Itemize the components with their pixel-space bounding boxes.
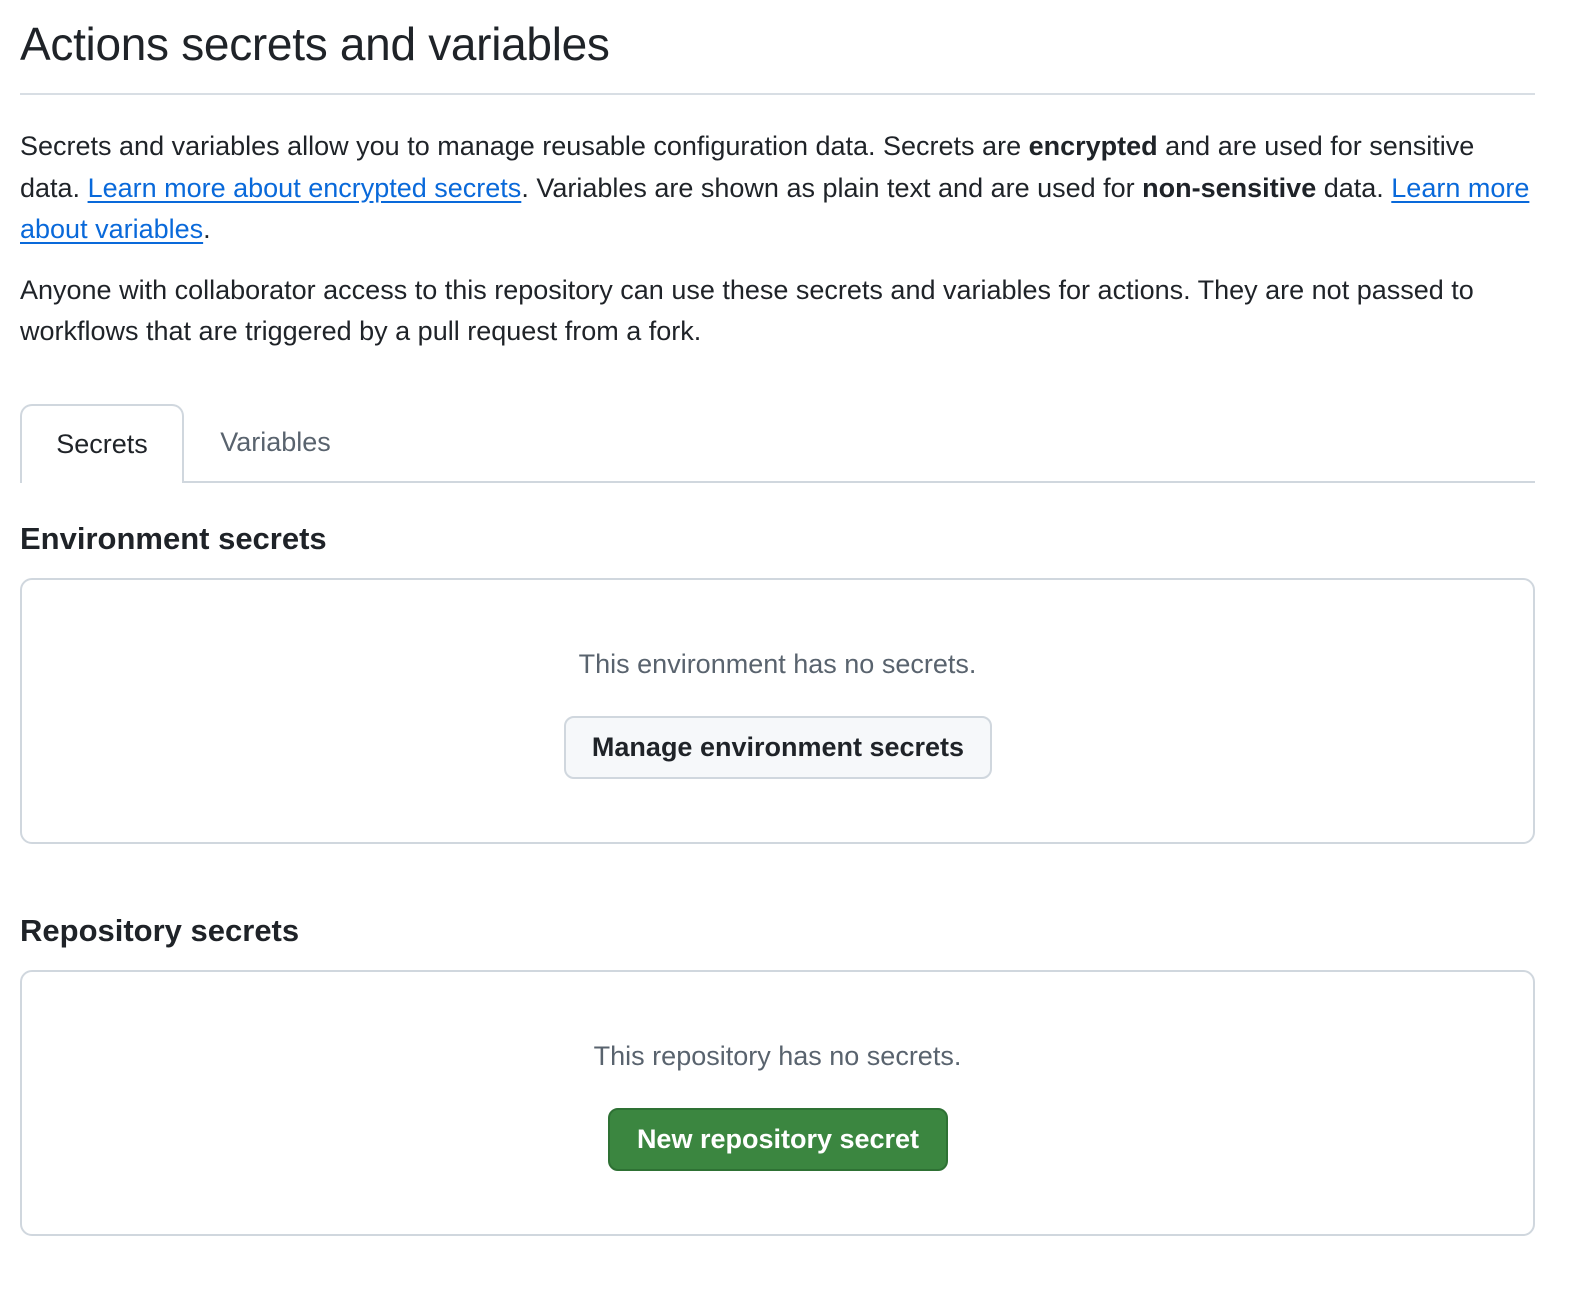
intro-text-3: . Variables are shown as plain text and … xyxy=(521,172,1143,203)
environment-secrets-panel: This environment has no secrets. Manage … xyxy=(20,578,1535,844)
intro-text-1: Secrets and variables allow you to manag… xyxy=(20,131,1029,161)
intro-bold-non-sensitive: non-sensitive xyxy=(1142,172,1317,203)
tab-bar: Secrets Variables xyxy=(20,404,1535,483)
new-repository-secret-button[interactable]: New repository secret xyxy=(608,1108,948,1171)
learn-more-encrypted-secrets-link[interactable]: Learn more about encrypted secrets xyxy=(88,173,522,203)
page-title: Actions secrets and variables xyxy=(20,18,610,70)
environment-secrets-heading: Environment secrets xyxy=(20,521,327,556)
intro-paragraph: Secrets and variables allow you to manag… xyxy=(20,126,1535,251)
repository-empty-message: This repository has no secrets. xyxy=(593,1041,962,1071)
intro-text-5: . xyxy=(203,214,211,244)
intro-bold-encrypted: encrypted xyxy=(1028,131,1158,161)
page: Actions secrets and variables Secrets an… xyxy=(0,0,1590,1298)
environment-empty-message: This environment has no secrets. xyxy=(578,649,977,679)
intro-text-4: data. xyxy=(1316,172,1392,203)
repository-secrets-panel: This repository has no secrets. New repo… xyxy=(20,970,1535,1236)
access-note: Anyone with collaborator access to this … xyxy=(20,275,1474,346)
tab-secrets[interactable]: Secrets xyxy=(20,404,184,483)
tab-variables[interactable]: Variables xyxy=(184,404,367,483)
repository-secrets-heading: Repository secrets xyxy=(20,913,300,948)
page-header: Actions secrets and variables xyxy=(20,0,1535,95)
manage-environment-secrets-button[interactable]: Manage environment secrets xyxy=(564,716,992,779)
